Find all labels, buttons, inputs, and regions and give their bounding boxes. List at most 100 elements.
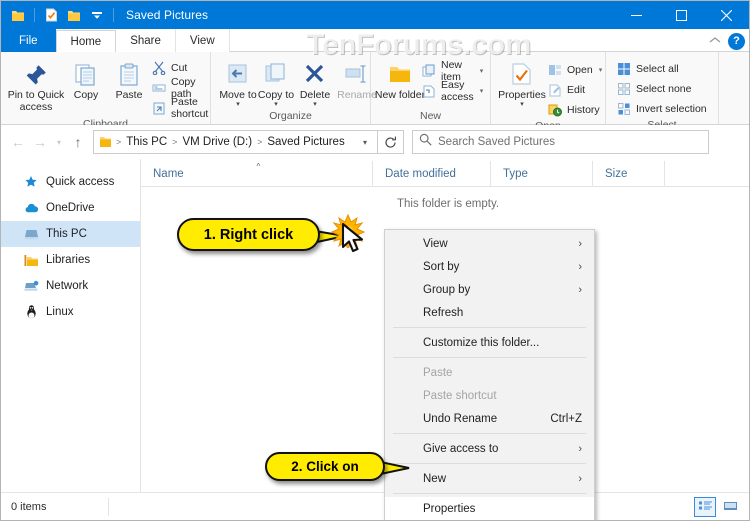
breadcrumb-separator-1: > <box>172 137 178 147</box>
mouse-cursor-icon <box>341 223 364 253</box>
view-mode-buttons <box>694 496 749 517</box>
folder-icon[interactable] <box>8 5 28 25</box>
context-menu-item-properties[interactable]: Properties <box>385 497 594 520</box>
properties-button[interactable]: Properties ▾ <box>497 56 547 108</box>
column-header-date-modified[interactable]: Date modified <box>373 160 491 187</box>
network-icon <box>23 278 39 294</box>
navigation-pane: Quick access OneDrive This PC Libraries … <box>1 159 141 492</box>
select-small-buttons: Select all Select none Invert selection <box>616 56 711 118</box>
move-to-dropdown-icon[interactable]: ▾ <box>236 101 240 108</box>
details-view-icon[interactable] <box>694 496 716 517</box>
edit-label: Edit <box>567 84 586 96</box>
tab-home[interactable]: Home <box>55 30 117 53</box>
easy-access-dropdown-icon[interactable]: ▾ <box>480 87 484 95</box>
copy-path-button[interactable]: Copy path <box>151 76 212 100</box>
context-menu-item-group-by[interactable]: Group by › <box>385 278 594 301</box>
properties-dropdown-icon[interactable]: ▾ <box>520 101 524 108</box>
collapse-ribbon-button[interactable] <box>709 36 721 46</box>
sidebar-item-libraries[interactable]: Libraries <box>1 247 140 273</box>
delete-dropdown-icon[interactable]: ▾ <box>313 101 317 108</box>
chevron-right-icon: › <box>578 260 582 273</box>
recent-locations-button[interactable]: ▾ <box>51 130 67 154</box>
paste-button[interactable]: Paste <box>107 56 151 102</box>
open-button[interactable]: Open ▾ <box>547 61 606 79</box>
scissors-icon <box>151 60 167 76</box>
minimize-button[interactable] <box>614 1 659 29</box>
large-icons-view-icon[interactable] <box>719 497 741 517</box>
column-header-date-modified-label: Date modified <box>385 167 456 180</box>
open-dropdown-icon[interactable]: ▾ <box>599 66 603 74</box>
easy-access-button[interactable]: Easy access ▾ <box>421 79 487 103</box>
column-header-size[interactable]: Size <box>593 160 665 187</box>
forward-button[interactable]: → <box>29 130 51 154</box>
new-folder-button[interactable]: New folder <box>375 56 425 102</box>
help-button[interactable]: ? <box>728 32 745 50</box>
new-item-button[interactable]: New item ▾ <box>421 59 487 83</box>
sidebar-item-linux[interactable]: Linux <box>1 299 140 325</box>
cloud-icon <box>23 200 39 216</box>
breadcrumb-this-pc[interactable]: This PC <box>122 136 171 148</box>
address-folder-icon <box>99 136 115 148</box>
callout-click-on: 2. Click on <box>265 452 385 481</box>
qat-separator <box>34 8 35 22</box>
empty-folder-message: This folder is empty. <box>397 198 500 210</box>
paste-shortcut-button[interactable]: Paste shortcut <box>151 96 212 120</box>
sidebar-item-quick-access[interactable]: Quick access <box>1 169 140 195</box>
cut-button[interactable]: Cut <box>151 59 212 77</box>
refresh-button[interactable] <box>378 130 404 154</box>
sidebar-item-this-pc[interactable]: This PC <box>1 221 140 247</box>
ribbon-group-new: New folder New item ▾ Easy access ▾ New <box>371 52 491 124</box>
breadcrumb-vm-drive[interactable]: VM Drive (D:) <box>178 136 256 148</box>
cut-label: Cut <box>171 62 188 74</box>
move-to-icon <box>225 58 251 88</box>
sidebar-item-onedrive[interactable]: OneDrive <box>1 195 140 221</box>
ribbon-tab-strip: File Home Share View ? <box>1 29 749 53</box>
column-header-name-label: Name <box>153 167 184 180</box>
new-small-buttons: New item ▾ Easy access ▾ <box>421 56 487 103</box>
close-button[interactable] <box>704 1 749 29</box>
computer-icon <box>23 226 39 242</box>
history-button[interactable]: History <box>547 101 606 119</box>
new-folder-icon[interactable] <box>64 5 84 25</box>
invert-selection-button[interactable]: Invert selection <box>616 100 711 118</box>
context-menu-item-new[interactable]: New › <box>385 467 594 490</box>
column-header-name[interactable]: ^ Name <box>141 160 373 187</box>
address-bar[interactable]: > This PC > VM Drive (D:) > Saved Pictur… <box>93 130 378 154</box>
new-item-dropdown-icon[interactable]: ▾ <box>480 67 484 75</box>
sidebar-label-network: Network <box>46 280 89 292</box>
star-icon <box>23 174 39 190</box>
column-header-type[interactable]: Type <box>491 160 593 187</box>
select-none-button[interactable]: Select none <box>616 80 711 98</box>
pin-to-quick-access-button[interactable]: Pin to Quick access <box>7 56 65 113</box>
context-menu-item-view[interactable]: View › <box>385 232 594 255</box>
tab-view[interactable]: View <box>175 29 230 52</box>
context-menu-item-refresh[interactable]: Refresh <box>385 301 594 324</box>
context-menu-item-sort-by[interactable]: Sort by › <box>385 255 594 278</box>
search-input[interactable]: Search Saved Pictures <box>438 136 555 148</box>
edit-button[interactable]: Edit <box>547 81 606 99</box>
select-all-button[interactable]: Select all <box>616 60 711 78</box>
properties-icon[interactable] <box>41 5 61 25</box>
tab-file[interactable]: File <box>1 29 56 52</box>
context-menu-item-undo-rename[interactable]: Undo Rename Ctrl+Z <box>385 407 594 430</box>
up-button[interactable]: ↑ <box>67 130 89 154</box>
properties-icon <box>509 58 535 88</box>
libraries-icon <box>23 252 39 268</box>
context-menu-item-give-access-to[interactable]: Give access to › <box>385 437 594 460</box>
customize-dropdown-icon[interactable] <box>87 5 107 25</box>
tab-share[interactable]: Share <box>116 29 176 52</box>
context-menu-item-customize-this-folder[interactable]: Customize this folder... <box>385 331 594 354</box>
address-dropdown-icon[interactable]: ▾ <box>355 138 375 147</box>
sidebar-item-network[interactable]: Network <box>1 273 140 299</box>
context-menu-label-group-by: Group by <box>423 283 471 296</box>
search-box[interactable]: Search Saved Pictures <box>412 130 709 154</box>
breadcrumb-saved-pictures[interactable]: Saved Pictures <box>263 136 348 148</box>
context-menu-separator-4 <box>393 463 586 464</box>
maximize-button[interactable] <box>659 1 704 29</box>
chevron-right-icon: › <box>578 472 582 485</box>
chevron-right-icon: › <box>578 283 582 296</box>
back-button[interactable]: ← <box>7 130 29 154</box>
copy-to-dropdown-icon[interactable]: ▾ <box>274 101 278 108</box>
copy-icon <box>73 58 99 88</box>
context-menu-label-refresh: Refresh <box>423 306 464 319</box>
